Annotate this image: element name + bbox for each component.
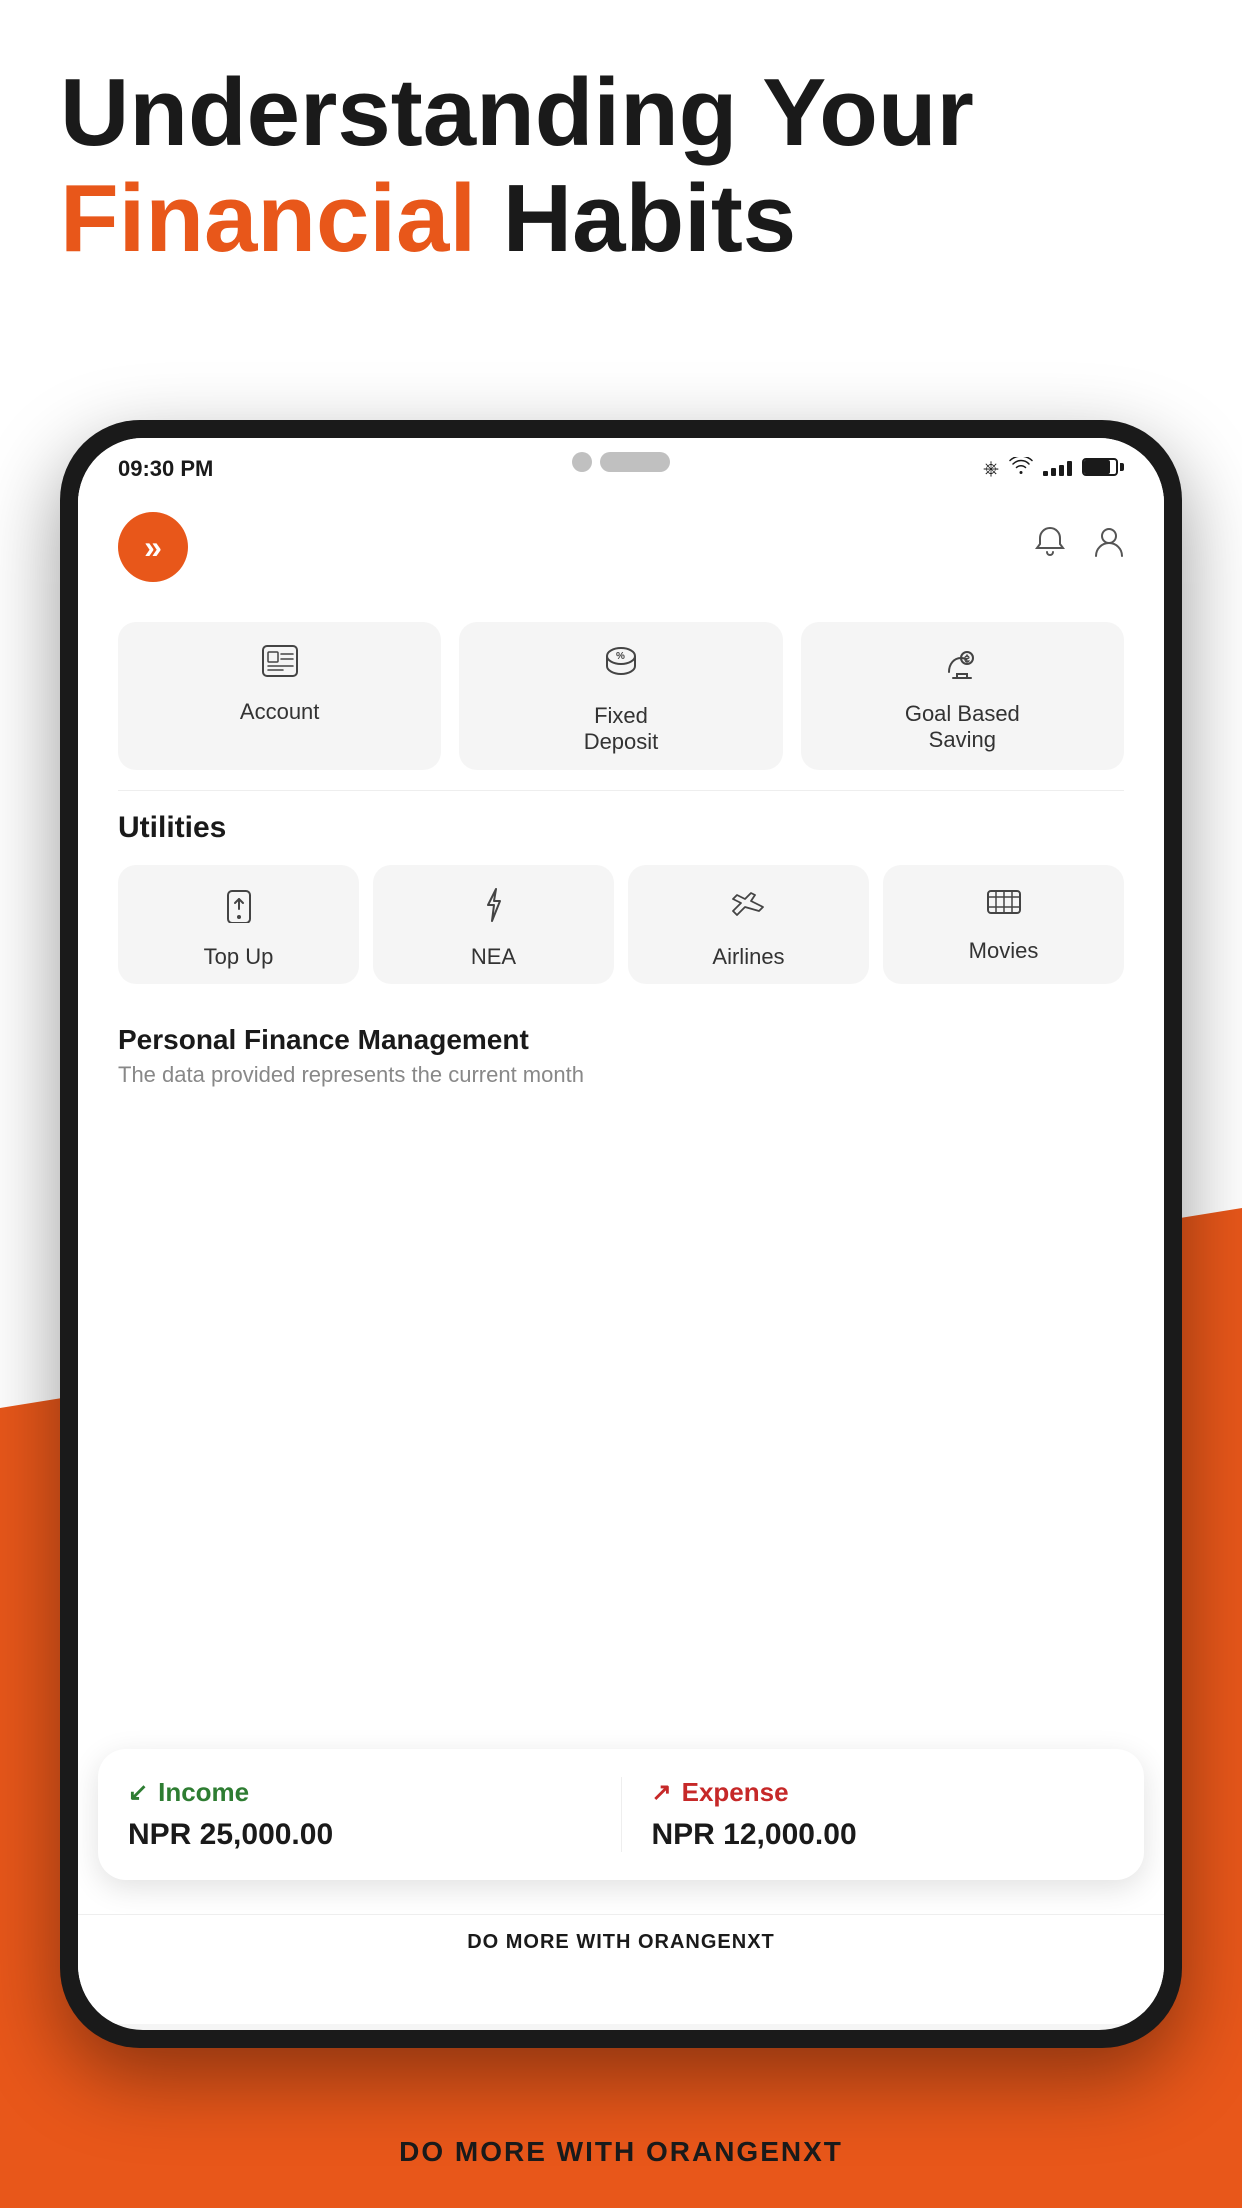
signal-bar-1 (1043, 471, 1048, 476)
signal-bar-2 (1051, 468, 1056, 476)
bottom-bar: DO MORE WITH ORANGENXT (78, 1914, 1164, 1970)
expense-label: Expense (682, 1777, 789, 1808)
app-logo[interactable]: » (118, 512, 188, 582)
goal-saving-icon (943, 644, 981, 689)
utilities-section: Utilities Top Up (78, 791, 1164, 1004)
bluetooth-icon: ⎈ (983, 458, 999, 481)
fixed-deposit-label: FixedDeposit (584, 703, 659, 756)
expense-section: ↗ Expense NPR 12,000.00 (622, 1777, 1145, 1852)
topup-icon (224, 887, 254, 932)
fixed-deposit-item[interactable]: % FixedDeposit (459, 622, 782, 770)
income-section: ↙ Income NPR 25,000.00 (98, 1777, 622, 1852)
topup-label: Top Up (204, 944, 274, 970)
expense-arrow-icon: ↗ (652, 1778, 672, 1807)
logo-chevron-icon: » (144, 529, 162, 566)
pfm-subtitle: The data provided represents the current… (118, 1062, 1124, 1088)
movies-icon (986, 887, 1022, 926)
page-title-line1: Understanding Your (60, 60, 1182, 166)
income-label-row: ↙ Income (128, 1777, 591, 1808)
goal-saving-item[interactable]: Goal BasedSaving (801, 622, 1124, 770)
nea-item[interactable]: NEA (373, 865, 614, 984)
page-header: Understanding Your Financial Habits (60, 60, 1182, 271)
products-section: Account % FixedDeposit (78, 602, 1164, 790)
utilities-title: Utilities (118, 811, 1124, 845)
page-title-suffix: Habits (503, 165, 796, 272)
income-label: Income (158, 1777, 249, 1808)
notch (572, 452, 670, 472)
signal-bar-4 (1067, 461, 1072, 476)
airlines-icon (731, 887, 767, 932)
page-title-line2: Financial Habits (60, 166, 1182, 272)
pfm-title: Personal Finance Management (118, 1024, 1124, 1056)
expense-label-row: ↗ Expense (652, 1777, 1115, 1808)
account-item[interactable]: Account (118, 622, 441, 770)
account-icon (261, 644, 299, 687)
expense-amount: NPR 12,000.00 (652, 1818, 1115, 1852)
account-label: Account (240, 699, 320, 725)
goal-saving-label: Goal BasedSaving (905, 701, 1020, 754)
airlines-label: Airlines (712, 944, 784, 970)
status-icons: ⎈ (983, 457, 1124, 481)
app-content: » (78, 492, 1164, 2024)
footer-cta-text: DO MORE WITH ORANGENXT (467, 1931, 775, 1953)
notch-sensor (600, 452, 670, 472)
notch-camera (572, 452, 592, 472)
income-amount: NPR 25,000.00 (128, 1818, 591, 1852)
airlines-item[interactable]: Airlines (628, 865, 869, 984)
footer-text: DO MORE WITH ORANGENXT (399, 2136, 843, 2167)
status-time: 09:30 PM (118, 456, 213, 482)
nea-icon (480, 887, 508, 932)
pfm-section: Personal Finance Management The data pro… (78, 1004, 1164, 1098)
page-footer: DO MORE WITH ORANGENXT (0, 2136, 1242, 2168)
income-arrow-icon: ↙ (128, 1778, 148, 1807)
movies-label: Movies (969, 938, 1039, 964)
movies-item[interactable]: Movies (883, 865, 1124, 984)
phone-frame: 09:30 PM ⎈ (60, 420, 1182, 2048)
svg-text:%: % (616, 651, 625, 662)
user-icon[interactable] (1094, 526, 1124, 568)
page-title-highlight: Financial (60, 165, 476, 272)
nav-icons (1034, 526, 1124, 568)
battery-icon (1082, 458, 1124, 481)
signal-icon (1043, 458, 1072, 481)
phone-screen: 09:30 PM ⎈ (78, 438, 1164, 2030)
products-grid: Account % FixedDeposit (118, 622, 1124, 770)
finance-card: ↙ Income NPR 25,000.00 ↗ Expense NPR 12,… (98, 1749, 1144, 1880)
bell-icon[interactable] (1034, 526, 1066, 568)
topup-item[interactable]: Top Up (118, 865, 359, 984)
signal-bar-3 (1059, 465, 1064, 476)
status-bar: 09:30 PM ⎈ (78, 438, 1164, 492)
top-nav: » (78, 492, 1164, 602)
wifi-icon (1009, 457, 1033, 481)
nea-label: NEA (471, 944, 516, 970)
fixed-deposit-icon: % (603, 644, 639, 691)
utilities-grid: Top Up NEA (118, 865, 1124, 984)
